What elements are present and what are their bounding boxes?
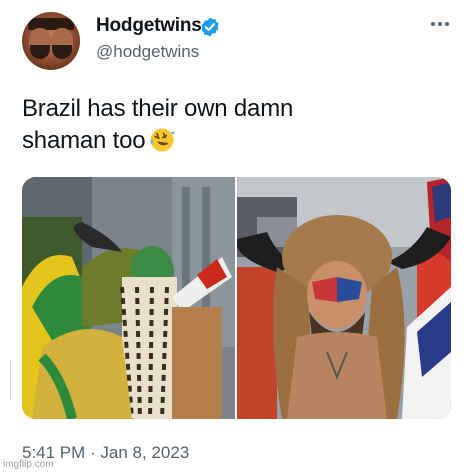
tweet-text-line-2: shaman too	[22, 127, 146, 154]
media-photo-brazil-shaman[interactable]	[22, 177, 237, 419]
tweet-text: Brazil has their own damn shaman too	[22, 93, 442, 157]
tweet-media[interactable]	[22, 177, 451, 419]
more-options-icon[interactable]	[428, 14, 452, 34]
photo-qanon-shaman	[237, 177, 451, 419]
media-photo-qanon-shaman[interactable]	[237, 177, 451, 419]
divider	[10, 360, 11, 400]
avatar[interactable]	[22, 12, 80, 70]
handle[interactable]: @hodgetwins	[96, 42, 199, 62]
display-name[interactable]: Hodgetwins	[96, 15, 202, 37]
tweet-card: Hodgetwins @hodgetwins Brazil has their …	[0, 0, 474, 474]
tweet-text-line-1: Brazil has their own damn	[22, 95, 294, 122]
rolling-on-the-floor-laughing-emoji-icon	[150, 128, 175, 152]
verified-badge-icon	[201, 17, 219, 37]
photo-brazil-shaman	[22, 177, 235, 419]
watermark: imgflip.com	[3, 459, 54, 470]
